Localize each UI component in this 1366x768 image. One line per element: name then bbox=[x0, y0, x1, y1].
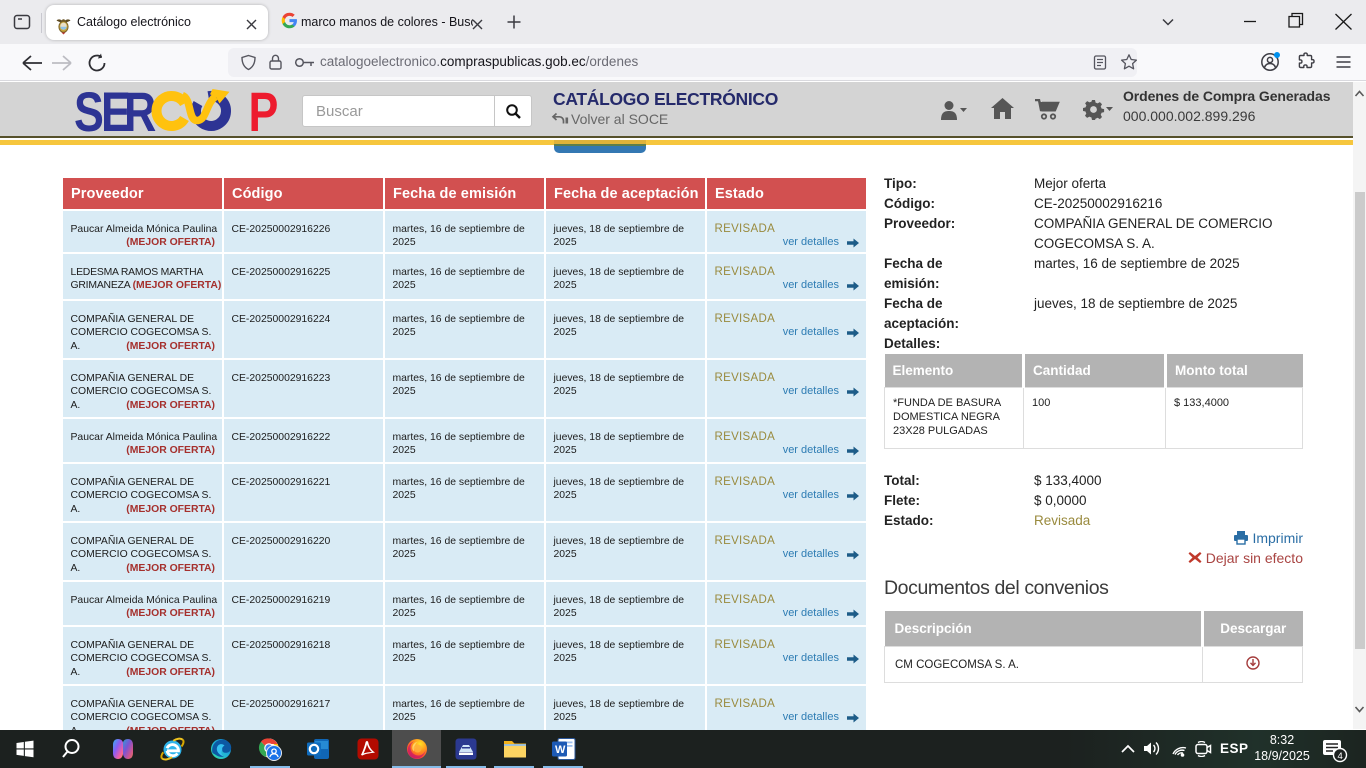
svg-text:P: P bbox=[249, 82, 279, 138]
svg-text:S: S bbox=[74, 82, 104, 138]
svg-text:4: 4 bbox=[1338, 751, 1343, 762]
svg-text:W: W bbox=[555, 744, 566, 756]
svg-text:R: R bbox=[124, 82, 156, 138]
